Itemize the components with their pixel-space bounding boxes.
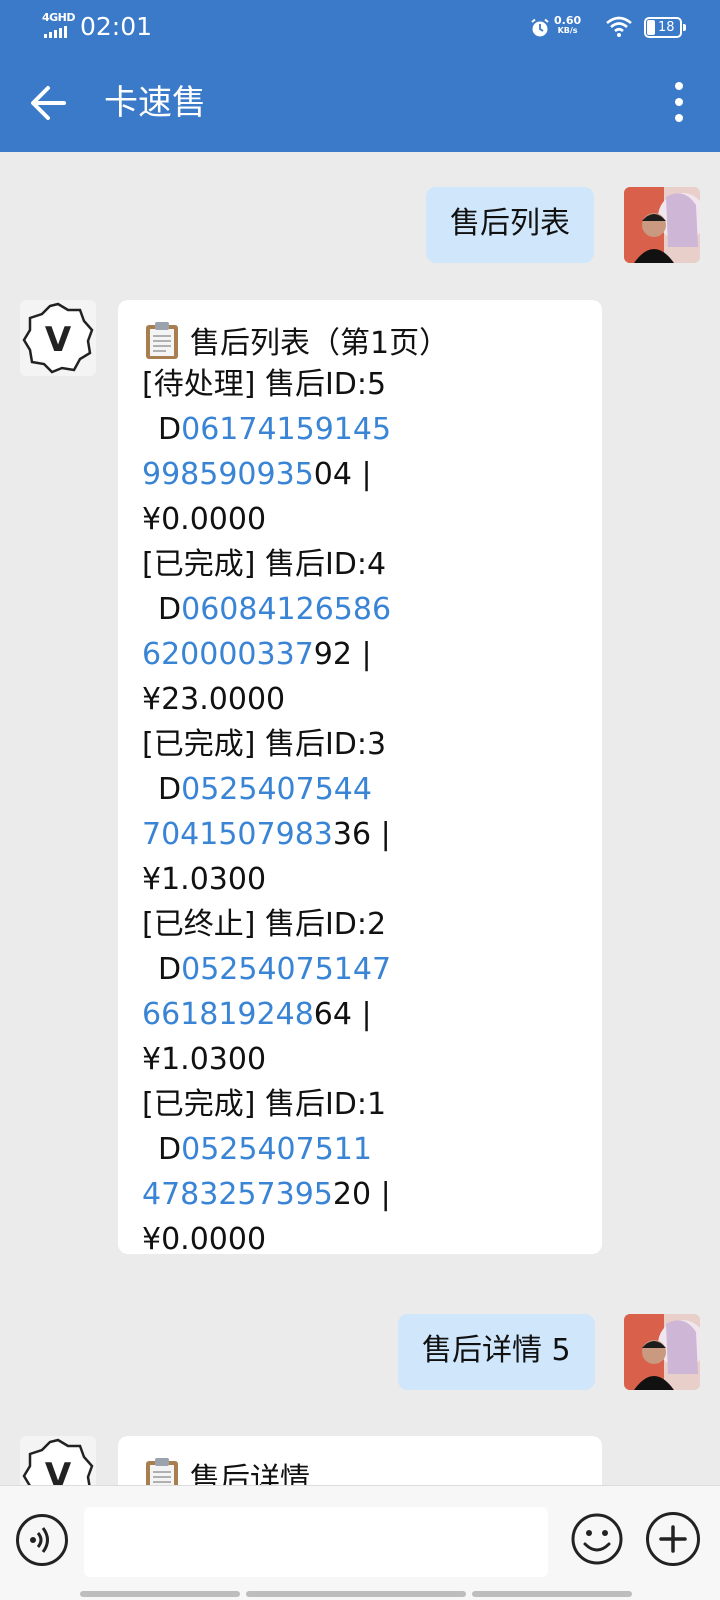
message-title-text: 售后详情	[190, 1462, 310, 1485]
entry-status-line: [已完成] 售后ID:4	[142, 547, 387, 582]
voice-input-button[interactable]	[16, 1514, 68, 1566]
entry-status-line: [已完成] 售后ID:1	[142, 1087, 387, 1122]
bot-logo-icon: V	[22, 302, 94, 374]
emoji-button[interactable]	[570, 1512, 624, 1566]
user-message-bubble: 售后列表	[426, 187, 594, 263]
entry-amount: ¥0.0000	[142, 1222, 267, 1257]
bot-message-bubble: 售后详情	[118, 1436, 602, 1485]
user-message-bubble: 售后详情 5	[398, 1314, 595, 1390]
bot-avatar[interactable]: V	[20, 300, 96, 376]
order-number-link-cont[interactable]: 70415079	[142, 817, 295, 852]
order-number-link-tail[interactable]: 95	[295, 1177, 333, 1212]
order-suffix: 36 |	[332, 817, 391, 852]
network-type-label: 4GHD	[42, 11, 76, 24]
chat-header: 卡速售	[0, 56, 720, 152]
order-number-link-tail[interactable]: 5	[295, 457, 314, 492]
voice-icon	[30, 1527, 49, 1553]
user-avatar[interactable]	[624, 187, 700, 263]
entry-order-line-cont: 66181924864 |	[142, 992, 602, 1037]
bot-logo-letter: V	[45, 1456, 72, 1485]
bot-logo-letter: V	[45, 320, 72, 360]
order-number-link[interactable]: 05254075147	[181, 952, 391, 987]
status-bar: 4GHD 02:01 0.60 KB/s 18	[0, 0, 720, 56]
bot-message-bubble: 售后列表（第1页） [待处理] 售后ID:5 D06174159145 9985…	[118, 300, 602, 1257]
net-speed: 0.60 KB/s	[554, 15, 581, 36]
signal-icon	[44, 26, 67, 38]
after-sale-entry: [已完成] 售后ID:3 D0525407544 704150798336 | …	[142, 722, 602, 902]
order-number-link[interactable]: 0525407544	[181, 772, 372, 807]
order-number-link-cont[interactable]: 99859093	[142, 457, 295, 492]
system-nav-bar	[80, 1591, 632, 1597]
order-number-link[interactable]: 0525407511	[181, 1132, 372, 1167]
bot-logo-icon: V	[22, 1438, 94, 1485]
user-message-text: 售后详情 5	[422, 1333, 571, 1368]
app-top-bar: 4GHD 02:01 0.60 KB/s 18 卡速售	[0, 0, 720, 152]
order-suffix: 64 |	[313, 997, 372, 1032]
after-sale-entry: [已完成] 售后ID:4 D06084126586 62000033792 | …	[142, 542, 602, 722]
entry-order-line: D05254075147	[142, 947, 602, 992]
user-avatar[interactable]	[624, 1314, 700, 1390]
bot-avatar[interactable]: V	[20, 1436, 96, 1485]
order-prefix: D	[158, 772, 182, 807]
entry-amount: ¥0.0000	[142, 502, 267, 537]
more-options-icon[interactable]	[672, 82, 686, 126]
order-number-link-cont[interactable]: 47832573	[142, 1177, 295, 1212]
message-title-text: 售后列表（第1页）	[190, 326, 450, 361]
alarm-icon	[531, 18, 549, 37]
entry-status-line: [待处理] 售后ID:5	[142, 367, 387, 402]
clipboard-icon	[146, 1458, 178, 1485]
input-bar	[0, 1485, 720, 1600]
order-prefix: D	[158, 1132, 182, 1167]
entry-status-line: [已完成] 售后ID:3	[142, 727, 387, 762]
more-functions-button[interactable]	[646, 1512, 700, 1566]
order-suffix: 92 |	[313, 637, 372, 672]
after-sale-entry: [已终止] 售后ID:2 D05254075147 66181924864 | …	[142, 902, 602, 1082]
order-number-link-cont[interactable]: 62000033	[142, 637, 295, 672]
status-time: 02:01	[80, 12, 153, 41]
entry-status-line: [已终止] 售后ID:2	[142, 907, 387, 942]
message-title: 售后列表（第1页）	[142, 318, 602, 362]
order-number-link-tail[interactable]: 7	[295, 637, 314, 672]
clipboard-icon	[146, 322, 178, 359]
order-number-link-tail[interactable]: 83	[295, 817, 333, 852]
message-input[interactable]	[84, 1507, 548, 1577]
page-title: 卡速售	[104, 83, 206, 123]
user-message-text: 售后列表	[450, 206, 570, 241]
order-prefix: D	[158, 592, 182, 627]
entry-order-line-cont: 704150798336 |	[142, 812, 602, 857]
entry-order-line-cont: 62000033792 |	[142, 632, 602, 677]
battery-icon: 18	[644, 17, 686, 38]
entry-amount: ¥23.0000	[142, 682, 286, 717]
entry-order-line: D06174159145	[142, 407, 602, 452]
entry-amount: ¥1.0300	[142, 862, 267, 897]
entry-order-line: D06084126586	[142, 587, 602, 632]
status-right: 0.60 KB/s 18	[520, 0, 720, 56]
user-avatar-image	[624, 1314, 700, 1390]
order-number-link[interactable]: 06174159145	[181, 412, 391, 447]
order-suffix: 04 |	[313, 457, 372, 492]
message-title: 售后详情	[142, 1454, 602, 1485]
back-arrow-icon[interactable]	[26, 80, 72, 126]
after-sale-entry: [已完成] 售后ID:1 D0525407511 478325739520 | …	[142, 1082, 602, 1262]
order-number-link-cont[interactable]: 66181924	[142, 997, 295, 1032]
net-speed-unit: KB/s	[557, 26, 578, 35]
order-suffix: 20 |	[332, 1177, 391, 1212]
entry-order-line-cont: 478325739520 |	[142, 1172, 602, 1217]
user-avatar-image	[624, 187, 700, 263]
wifi-icon	[606, 16, 632, 37]
plus-icon	[659, 1525, 687, 1553]
order-number-link-tail[interactable]: 8	[295, 997, 314, 1032]
entry-order-line: D0525407544	[142, 767, 602, 812]
order-prefix: D	[158, 412, 182, 447]
entry-order-line-cont: 99859093504 |	[142, 452, 602, 497]
after-sale-entry: [待处理] 售后ID:5 D06174159145 99859093504 | …	[142, 362, 602, 542]
battery-level: 18	[658, 20, 675, 35]
entry-amount: ¥1.0300	[142, 1042, 267, 1077]
order-prefix: D	[158, 952, 182, 987]
entry-order-line: D0525407511	[142, 1127, 602, 1172]
chat-area[interactable]: 售后列表 V 售后列表（第1页） [待处理] 售后ID:5 D061741591…	[0, 152, 720, 1485]
order-number-link[interactable]: 06084126586	[181, 592, 391, 627]
